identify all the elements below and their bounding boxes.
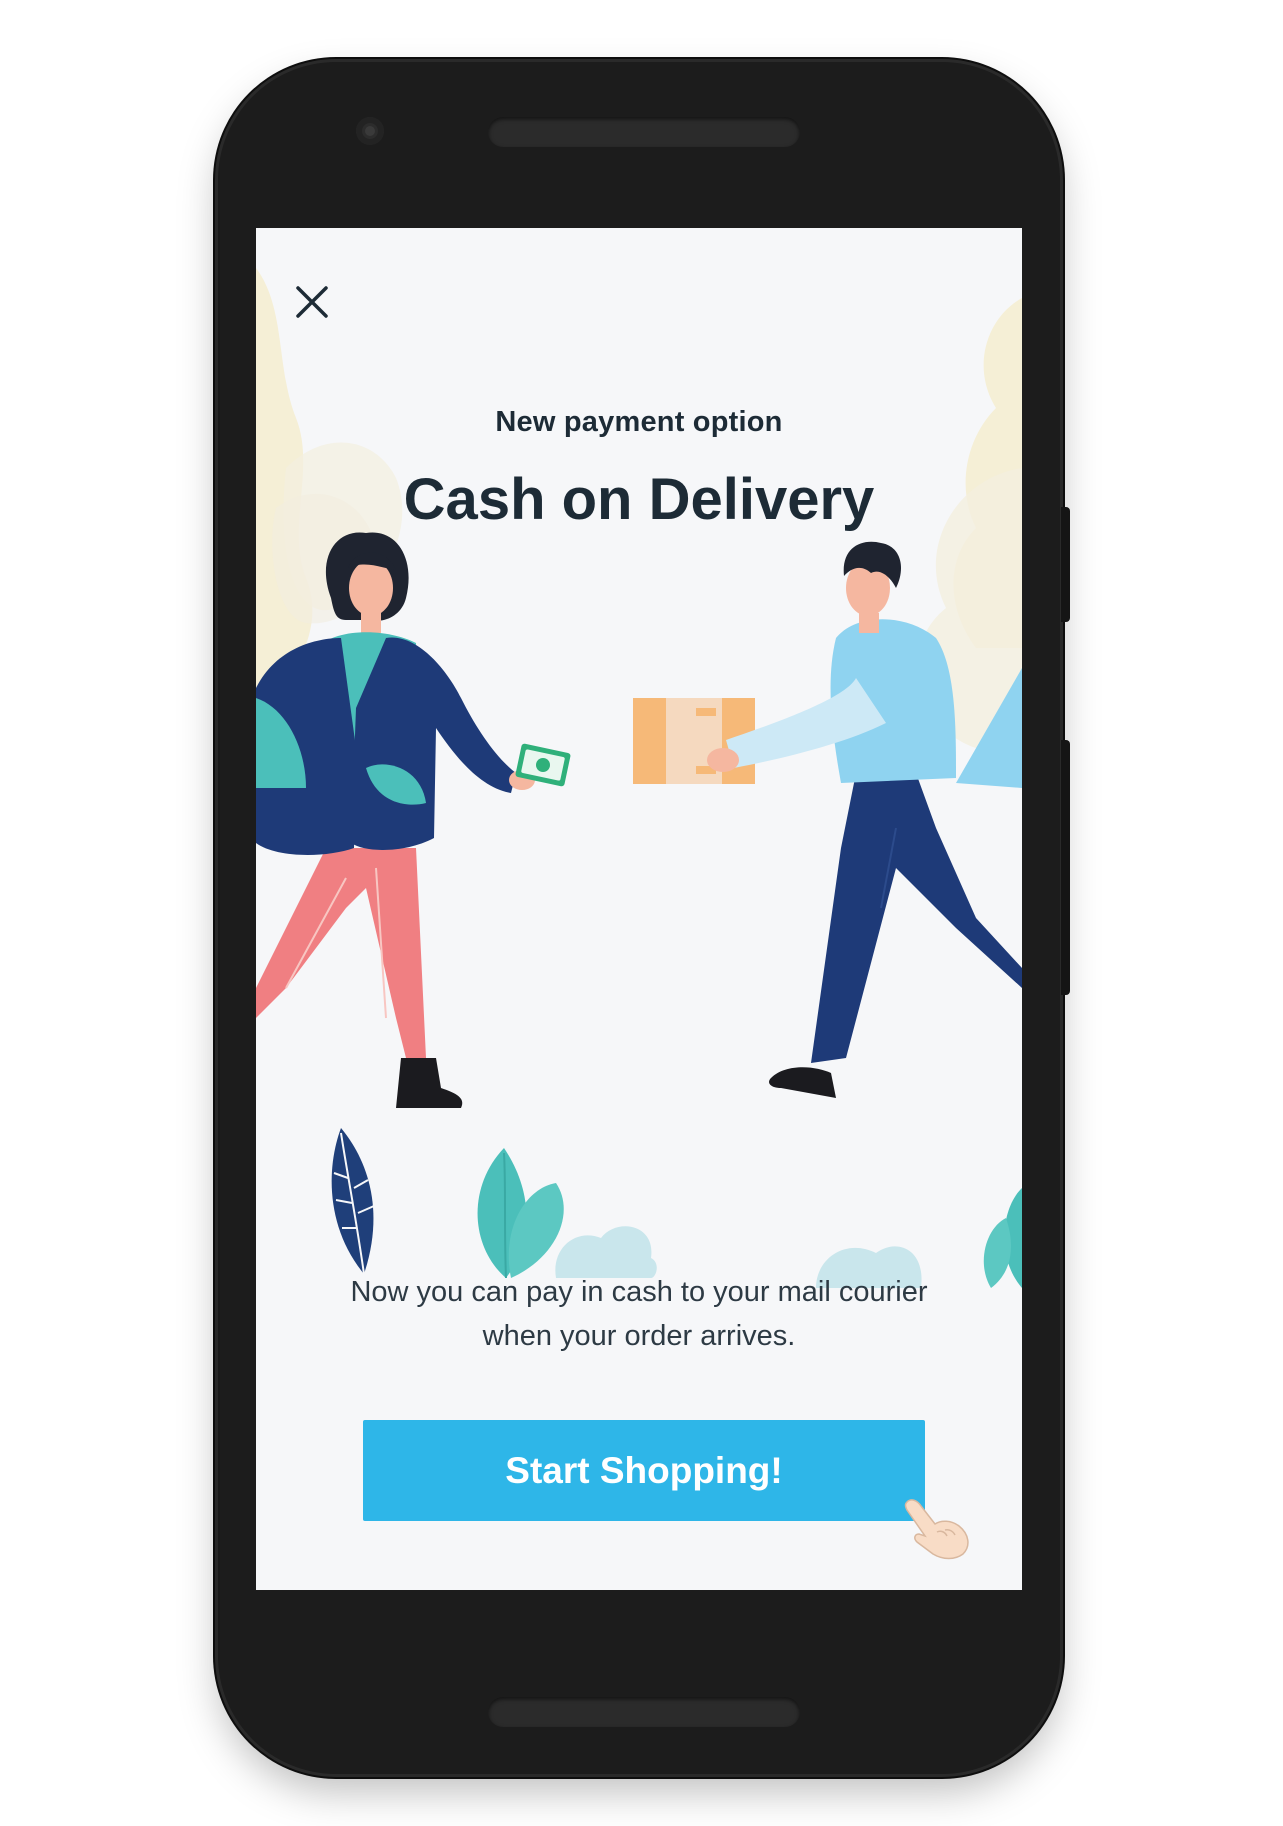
modal-description: Now you can pay in cash to your mail cou…: [350, 1276, 928, 1352]
volume-button: [1061, 740, 1070, 995]
power-button: [1061, 507, 1070, 622]
start-shopping-button[interactable]: Start Shopping!: [363, 1420, 925, 1521]
close-icon: [296, 286, 328, 318]
bottom-speaker: [488, 1697, 800, 1727]
pointing-hand-icon: [904, 1499, 969, 1560]
phone-frame: New payment option Cash on Delivery Now …: [218, 62, 1070, 1774]
modal-title: Cash on Delivery: [403, 467, 875, 532]
front-camera: [356, 117, 384, 145]
app-screen: New payment option Cash on Delivery Now …: [256, 228, 1022, 1590]
close-button[interactable]: [294, 284, 330, 320]
plant-dark-leaf: [331, 1128, 375, 1275]
device-mockup: New payment option Cash on Delivery Now …: [0, 0, 1283, 1826]
plant-teal-leaves: [477, 1148, 657, 1279]
modal-subtitle: New payment option: [495, 406, 783, 438]
top-speaker: [488, 117, 800, 147]
